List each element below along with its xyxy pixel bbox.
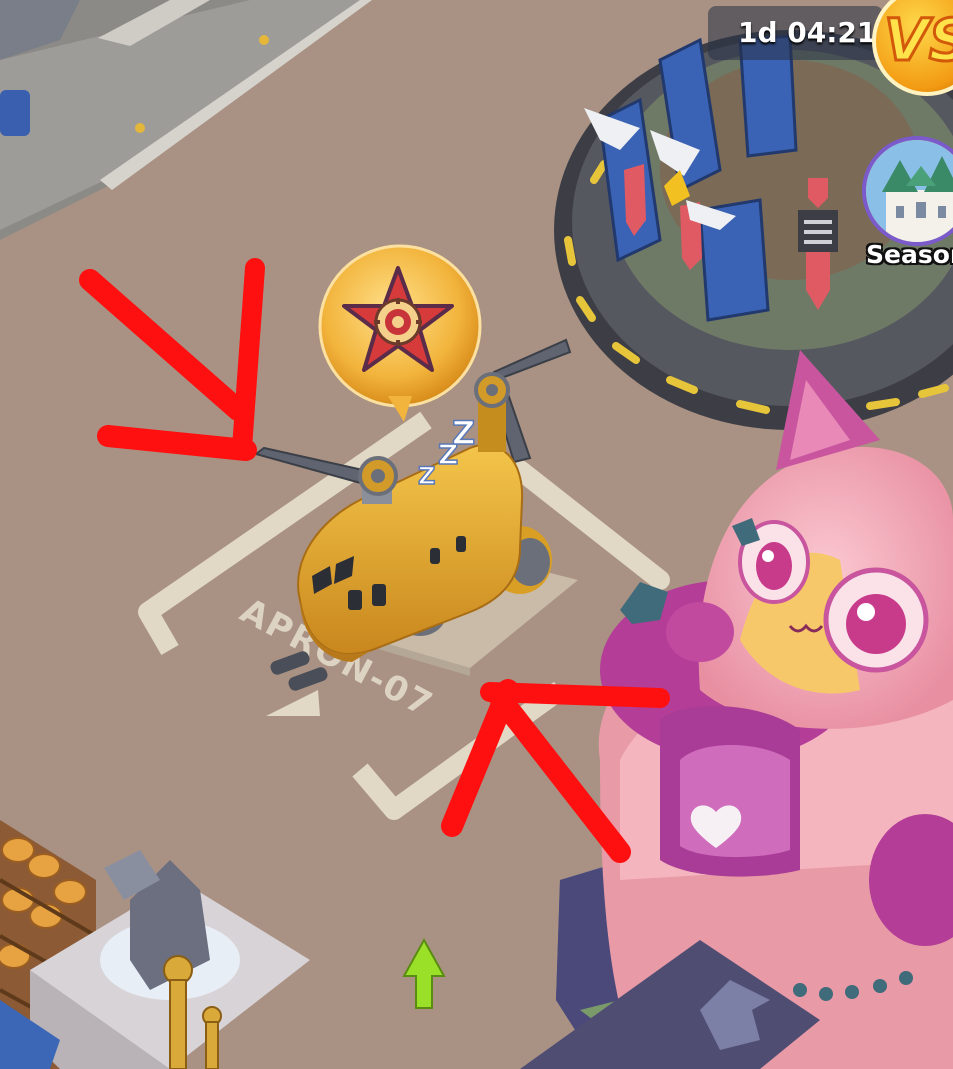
event-timer: 1d 04:21	[708, 6, 883, 60]
season-label: Season	[866, 240, 953, 269]
vs-icon: VS	[883, 5, 953, 76]
game-scene[interactable]: APRON-07	[0, 0, 953, 1069]
season-castle-icon	[866, 140, 953, 242]
svg-text:Z: Z	[452, 414, 475, 452]
svg-text:Z: Z	[418, 462, 435, 490]
